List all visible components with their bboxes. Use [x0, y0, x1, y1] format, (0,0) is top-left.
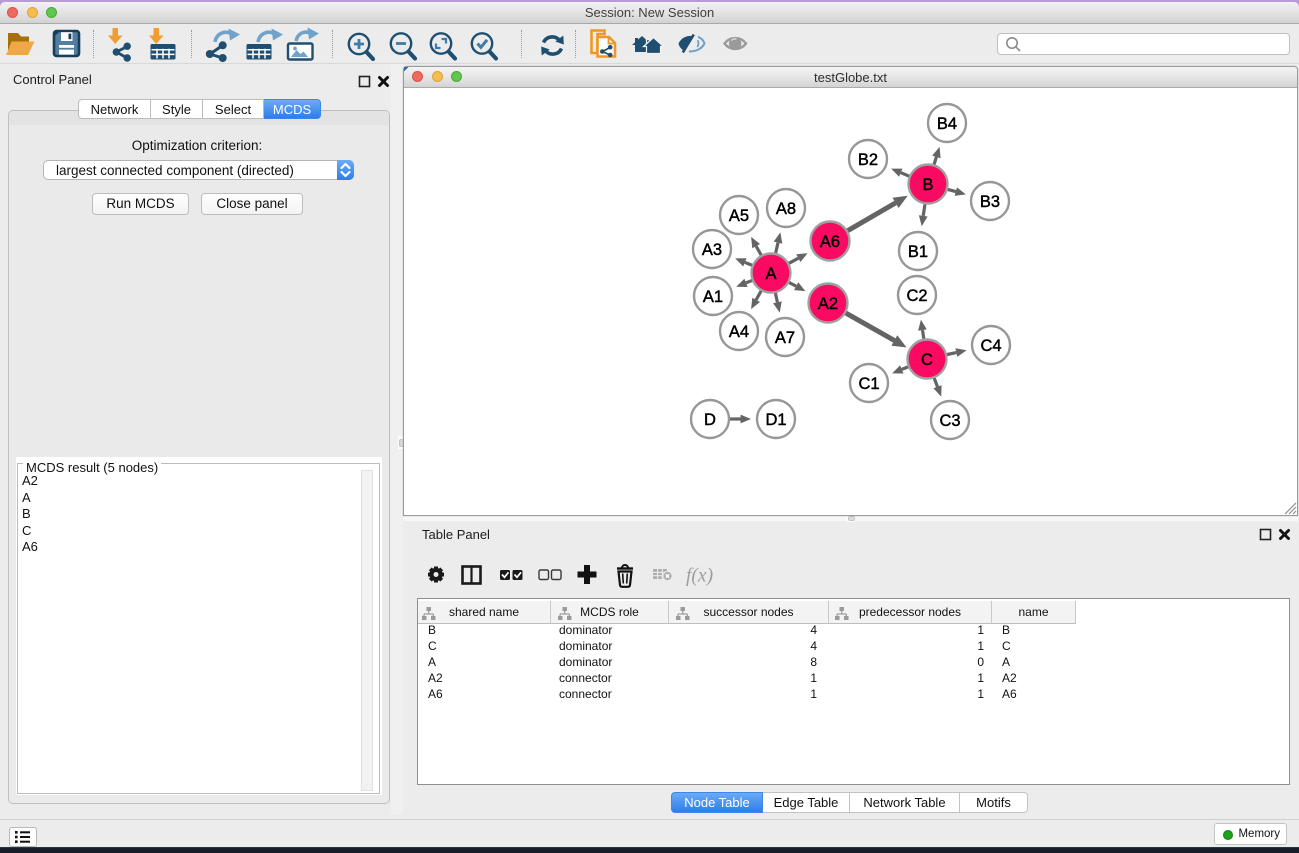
svg-text:A3: A3 [702, 241, 722, 259]
svg-text:C1: C1 [858, 375, 879, 393]
svg-text:D1: D1 [765, 411, 786, 429]
svg-text:A5: A5 [729, 207, 749, 225]
svg-text:A: A [765, 265, 776, 283]
svg-text:A8: A8 [776, 200, 796, 218]
svg-text:B3: B3 [980, 193, 1000, 211]
svg-text:C3: C3 [939, 412, 960, 430]
svg-text:B4: B4 [937, 115, 957, 133]
svg-text:B1: B1 [908, 243, 928, 261]
svg-text:C4: C4 [980, 337, 1001, 355]
svg-text:B2: B2 [858, 151, 878, 169]
svg-text:f(x): f(x) [686, 566, 713, 587]
svg-text:C: C [921, 351, 933, 369]
svg-text:D: D [704, 411, 716, 429]
svg-text:C2: C2 [906, 287, 927, 305]
svg-text:A7: A7 [775, 329, 795, 347]
svg-text:A6: A6 [820, 233, 840, 251]
svg-text:B: B [922, 176, 933, 194]
svg-text:A1: A1 [703, 288, 723, 306]
svg-text:A2: A2 [818, 295, 838, 313]
svg-text:A4: A4 [729, 323, 749, 341]
